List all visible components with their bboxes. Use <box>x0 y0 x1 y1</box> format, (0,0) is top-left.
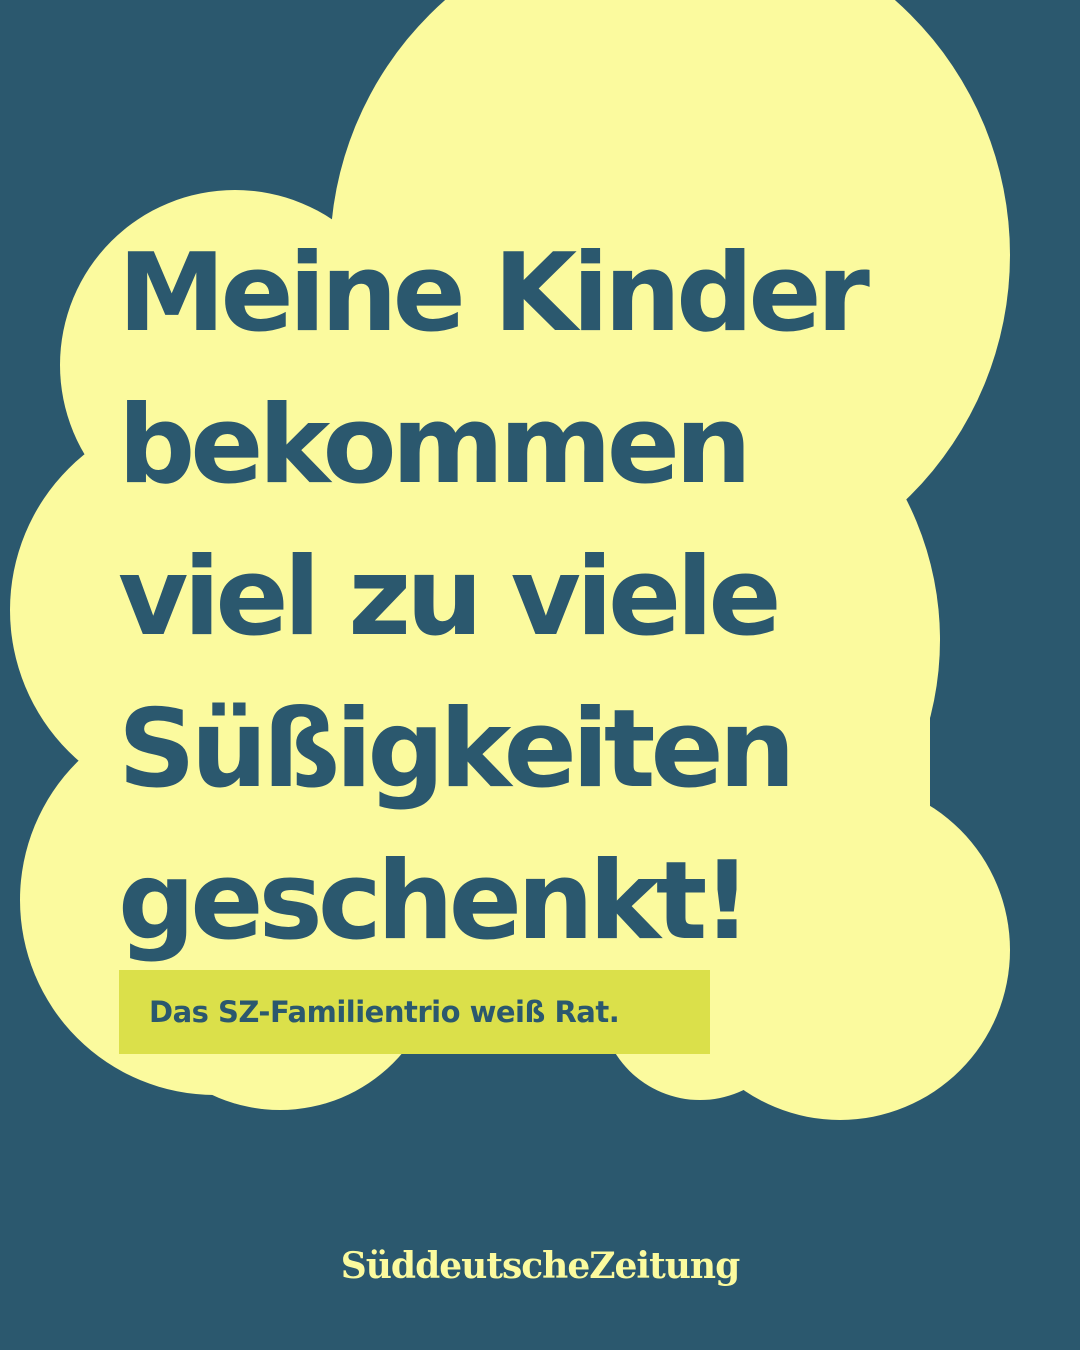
headline-line: geschenkt! <box>118 839 752 964</box>
headline: Meine Kinder bekommen viel zu viele Süßi… <box>118 218 978 978</box>
subline-text: Das SZ-Familientrio weiß Rat. <box>149 995 620 1029</box>
brand-logo: SüddeutscheZeitung <box>0 1236 1080 1296</box>
headline-line: Meine Kinder <box>118 231 870 356</box>
post-canvas: Meine Kinder bekommen viel zu viele Süßi… <box>0 0 1080 1350</box>
headline-line: viel zu viele <box>118 535 782 660</box>
subline-banner: Das SZ-Familientrio weiß Rat. <box>119 970 710 1054</box>
headline-line: Süßigkeiten <box>118 687 796 812</box>
brand-logo-text: SüddeutscheZeitung <box>340 1245 740 1287</box>
headline-line: bekommen <box>118 383 752 508</box>
